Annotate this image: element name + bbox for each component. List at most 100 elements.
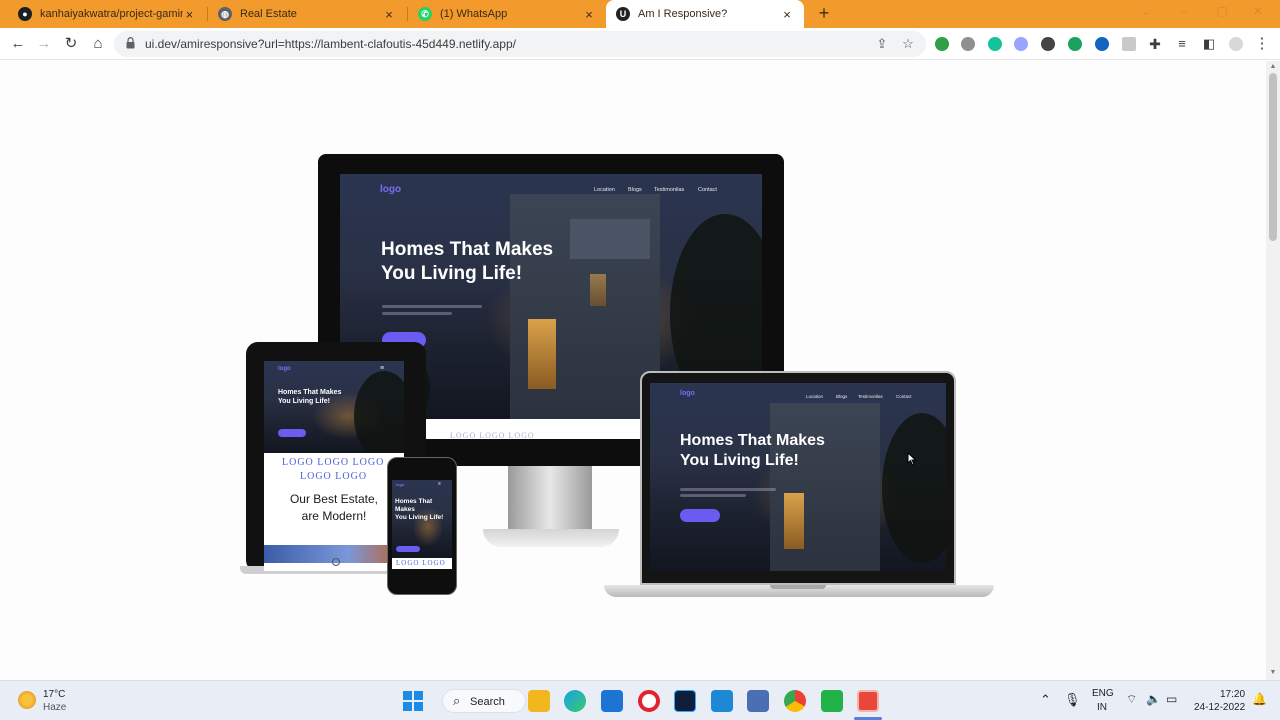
home-button-icon [332,558,340,566]
notification-icon[interactable]: 🔔 [1252,692,1267,706]
amiresponsive-icon: U [616,7,630,21]
weather-icon[interactable] [18,691,36,709]
maximize-icon[interactable]: ▢ [1212,4,1232,18]
forward-icon[interactable]: → [34,34,54,54]
extension-icon[interactable] [1122,37,1136,51]
tab-whatsapp[interactable]: ✆ (1) WhatsApp × [408,0,606,28]
tab-search-icon[interactable]: ⌄ [1136,4,1156,18]
clock-date[interactable]: 24-12-2022 [1194,702,1245,713]
laptop-hero: logo Location Blogs Testimonilas Contact… [650,383,946,571]
back-icon[interactable]: ← [8,34,28,54]
sidepanel-icon[interactable]: ◧ [1199,34,1219,54]
headline-line: Makes [395,506,415,514]
monitor-base [483,529,619,547]
house-shape [570,219,650,259]
scrollbar-thumb[interactable] [1269,73,1277,241]
photoshop-icon[interactable] [674,690,696,712]
recorder-icon[interactable] [857,690,879,712]
nav-location[interactable]: Location [806,394,823,399]
hamburger-icon[interactable]: ≡ [380,365,384,372]
close-icon[interactable]: × [382,7,396,22]
tab-amiresponsive[interactable]: U Am I Responsive? × [606,0,804,28]
wordpress-icon[interactable] [961,37,975,51]
chrome-icon[interactable] [784,690,806,712]
address-bar[interactable]: ui.dev/amiresponsive?url=https://lambent… [114,31,926,57]
share-icon[interactable]: ⇪ [874,36,890,52]
section-title-line: are Modern! [301,508,367,523]
new-tab-button[interactable]: + [814,3,834,23]
microphone-icon[interactable]: 🎙 [1064,692,1081,708]
windows-taskbar: 17°C Haze ⌕ Search ⌃ 🎙 ENG IN ⌔ 🔈 ▭ 17:2… [0,680,1280,720]
page-scrollbar[interactable]: ▲ ▼ [1266,61,1280,680]
taskbar-search[interactable]: ⌕ Search [442,689,526,713]
close-icon[interactable]: × [183,7,196,22]
page-content: logo Location Blogs Testimonilas Contact… [0,61,1266,680]
tray-chevron-icon[interactable]: ⌃ [1040,692,1051,708]
nav-testimonials[interactable]: Testimonilas [858,394,883,399]
hero-subtext [382,305,482,308]
file-explorer-icon[interactable] [528,690,550,712]
clock-time[interactable]: 17:20 [1220,689,1245,700]
menu-kebab-icon[interactable]: ⋮ [1252,34,1272,54]
nav-blogs[interactable]: Blogs [836,394,847,399]
site-logo[interactable]: logo [380,184,401,195]
nav-contact[interactable]: Contact [698,187,717,193]
hero-subtext [680,488,776,491]
close-icon[interactable]: × [780,7,794,22]
site-logo[interactable]: logo [278,366,291,372]
nav-testimonials[interactable]: Testimonilas [654,187,684,193]
avatar[interactable] [1229,37,1243,51]
language-region: IN [1097,702,1107,713]
nav-location[interactable]: Location [594,187,615,193]
hero-cta-button[interactable] [278,429,306,437]
lit-window [590,274,606,306]
minimize-icon[interactable]: – [1174,4,1194,18]
tablet-hero: logo ≡ Homes That Makes You Living Life! [264,361,404,453]
site-logo[interactable]: logo [680,390,695,397]
battery-icon[interactable]: ▭ [1166,692,1177,706]
nav-contact[interactable]: Contact [896,394,912,399]
opera-icon[interactable] [638,690,660,712]
puzzle-icon[interactable]: ✚ [1145,34,1165,54]
section-title: Our Best Estate, are Modern! [264,491,404,525]
extension-icon[interactable] [1068,37,1082,51]
hero-cta-button[interactable] [396,546,420,552]
home-icon[interactable]: ⌂ [88,34,108,54]
phone-mockup: logo ≡ Homes That Makes You Living Life!… [387,457,457,595]
mail-icon[interactable] [601,690,623,712]
extension-icon[interactable] [1095,37,1109,51]
window-close-icon[interactable]: ✕ [1248,4,1268,18]
media-icon[interactable]: ≡ [1172,34,1192,54]
extension-icon[interactable] [935,37,949,51]
hamburger-icon[interactable]: ≡ [438,481,441,487]
volume-icon[interactable]: 🔈 [1146,692,1161,706]
extension-icon[interactable] [1014,37,1028,51]
site-logo[interactable]: logo [396,482,404,487]
language-indicator[interactable]: ENG [1092,688,1114,699]
tab-github[interactable]: ● kanhaiyakwatra/project-gaming × [8,0,206,28]
wifi-icon[interactable]: ⌔ [1126,692,1137,707]
tab-real-estate[interactable]: ◍ Real Estate × [208,0,406,28]
close-icon[interactable]: × [582,7,596,22]
reload-icon[interactable]: ↻ [61,34,81,54]
camtasia-icon[interactable] [821,690,843,712]
tab-title: Am I Responsive? [638,8,728,20]
grammarly-icon[interactable] [988,37,1002,51]
tablet-white-section: LOGO LOGO LOGO LOGO LOGO Our Best Estate… [264,453,404,571]
headline-line: You Living Life! [395,514,444,522]
extension-icon[interactable] [1041,37,1055,51]
windows-start-icon[interactable] [403,691,423,711]
vscode-icon[interactable] [711,690,733,712]
laptop-notch [770,585,826,589]
bookmark-star-icon[interactable]: ☆ [900,36,916,52]
scroll-up-icon[interactable]: ▲ [1269,63,1277,71]
globe-icon: ◍ [218,7,232,21]
network-app-icon[interactable] [747,690,769,712]
scroll-down-icon[interactable]: ▼ [1269,669,1277,677]
lit-window [528,319,556,389]
nav-blogs[interactable]: Blogs [628,187,642,193]
section-title-line: Our Best Estate, [289,492,379,506]
whatsapp-icon: ✆ [418,7,432,21]
hero-cta-button[interactable] [680,509,720,522]
edge-icon[interactable] [564,690,586,712]
